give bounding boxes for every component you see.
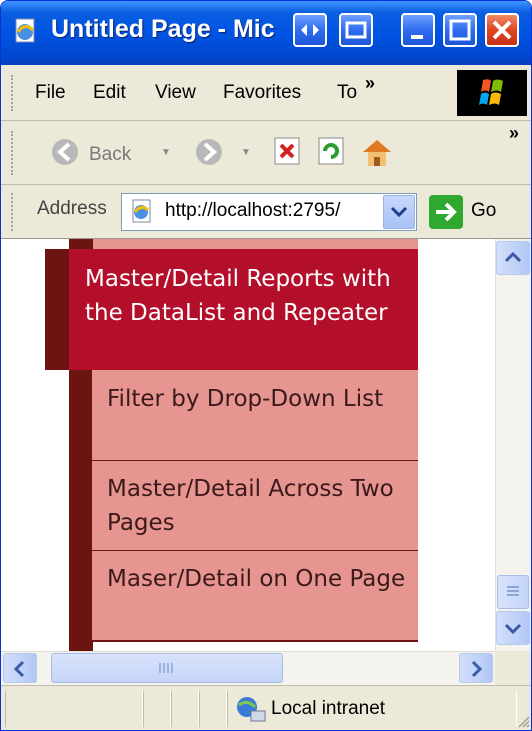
ie-page-icon xyxy=(15,18,35,43)
page-content: Master/Detail Reports with the DataList … xyxy=(1,239,495,651)
chevron-down-icon xyxy=(504,623,522,635)
menu-overflow-chevron[interactable]: » xyxy=(365,73,375,94)
grip-lines-icon xyxy=(507,586,519,596)
refresh-button[interactable] xyxy=(313,132,349,172)
go-label[interactable]: Go xyxy=(471,200,496,222)
menu-file[interactable]: File xyxy=(35,82,66,104)
close-button[interactable] xyxy=(485,13,519,47)
back-label: Back xyxy=(89,144,132,165)
scroll-right-button[interactable] xyxy=(459,653,493,683)
page-icon xyxy=(132,199,151,223)
minimize-icon xyxy=(411,35,423,39)
window-icon xyxy=(345,21,367,39)
menu-view[interactable]: View xyxy=(155,82,196,104)
nav-previous-strip xyxy=(69,239,93,249)
forward-dropdown-icon[interactable]: ▼ xyxy=(241,147,251,158)
toolbar-overflow-chevron[interactable]: » xyxy=(509,123,519,144)
scroll-left-button[interactable] xyxy=(3,653,37,683)
back-arrow-icon xyxy=(52,139,78,165)
minimize-button[interactable] xyxy=(401,13,435,47)
forward-arrow-icon xyxy=(196,139,222,165)
nav-active-strip xyxy=(45,249,69,370)
scrollbar-corner xyxy=(495,651,531,685)
address-grip[interactable] xyxy=(11,193,15,231)
windows-logo xyxy=(457,70,527,116)
toolbar-grip[interactable] xyxy=(11,131,15,175)
chevron-right-icon xyxy=(471,660,483,678)
address-dropdown-button[interactable] xyxy=(383,195,415,229)
home-icon xyxy=(363,140,391,166)
chevron-left-icon xyxy=(13,660,25,678)
cascade-button[interactable] xyxy=(339,13,373,47)
scroll-down-button[interactable] xyxy=(496,611,530,645)
status-cell-main xyxy=(5,691,143,727)
grip-lines-icon xyxy=(159,663,173,673)
address-url: http://localhost:2795/ xyxy=(165,200,341,221)
window-title: Untitled Page - Mic xyxy=(51,15,275,43)
horizontal-scroll-thumb[interactable] xyxy=(51,653,283,683)
status-cell xyxy=(143,691,171,727)
vertical-scroll-thumb[interactable] xyxy=(497,575,529,609)
stop-icon xyxy=(274,137,300,165)
menu-edit[interactable]: Edit xyxy=(93,82,126,104)
address-label: Address xyxy=(37,198,107,219)
stop-button[interactable] xyxy=(269,132,305,172)
status-zone: Local intranet xyxy=(271,698,386,719)
refresh-icon xyxy=(318,137,344,165)
nav-item-active-label: Master/Detail Reports with the DataList … xyxy=(85,266,391,326)
toolbar-toggle-button[interactable] xyxy=(293,13,327,47)
menu-favorites[interactable]: Favorites xyxy=(223,82,301,104)
resize-grip-icon[interactable] xyxy=(515,713,531,729)
go-arrow-icon xyxy=(436,202,457,222)
scroll-up-button[interactable] xyxy=(496,241,530,275)
nav-sub-item-label: Master/Detail Across Two Pages xyxy=(107,476,394,536)
status-cell xyxy=(199,691,227,727)
maximize-icon xyxy=(449,19,471,41)
nav-sub-item-label: Maser/Detail on One Page xyxy=(107,566,406,592)
go-button[interactable] xyxy=(429,195,463,229)
menu-bar: File Edit View Favorites To » xyxy=(1,65,531,121)
chevron-down-icon xyxy=(390,206,408,218)
menu-tools[interactable]: To xyxy=(337,82,357,104)
standard-toolbar: ▼ ▼ » xyxy=(1,121,531,185)
arrows-icon xyxy=(301,24,319,36)
nav-sub-strip xyxy=(69,370,93,651)
chevron-up-icon xyxy=(504,251,522,263)
menu-grip[interactable] xyxy=(11,75,15,111)
title-bar[interactable]: Untitled Page - Mic xyxy=(1,1,531,65)
nav-previous-item[interactable] xyxy=(93,239,418,249)
browser-window: Untitled Page - Mic File Edit View Favor… xyxy=(0,0,532,731)
back-dropdown-icon[interactable]: ▼ xyxy=(161,147,171,158)
local-intranet-icon xyxy=(237,697,266,722)
nav-sub-item-label: Filter by Drop-Down List xyxy=(107,386,384,412)
status-cell xyxy=(171,691,199,727)
nav-bottom-border xyxy=(92,640,418,642)
home-button[interactable] xyxy=(357,132,397,172)
close-icon xyxy=(492,20,512,40)
maximize-button[interactable] xyxy=(443,13,477,47)
forward-button[interactable] xyxy=(189,132,229,172)
